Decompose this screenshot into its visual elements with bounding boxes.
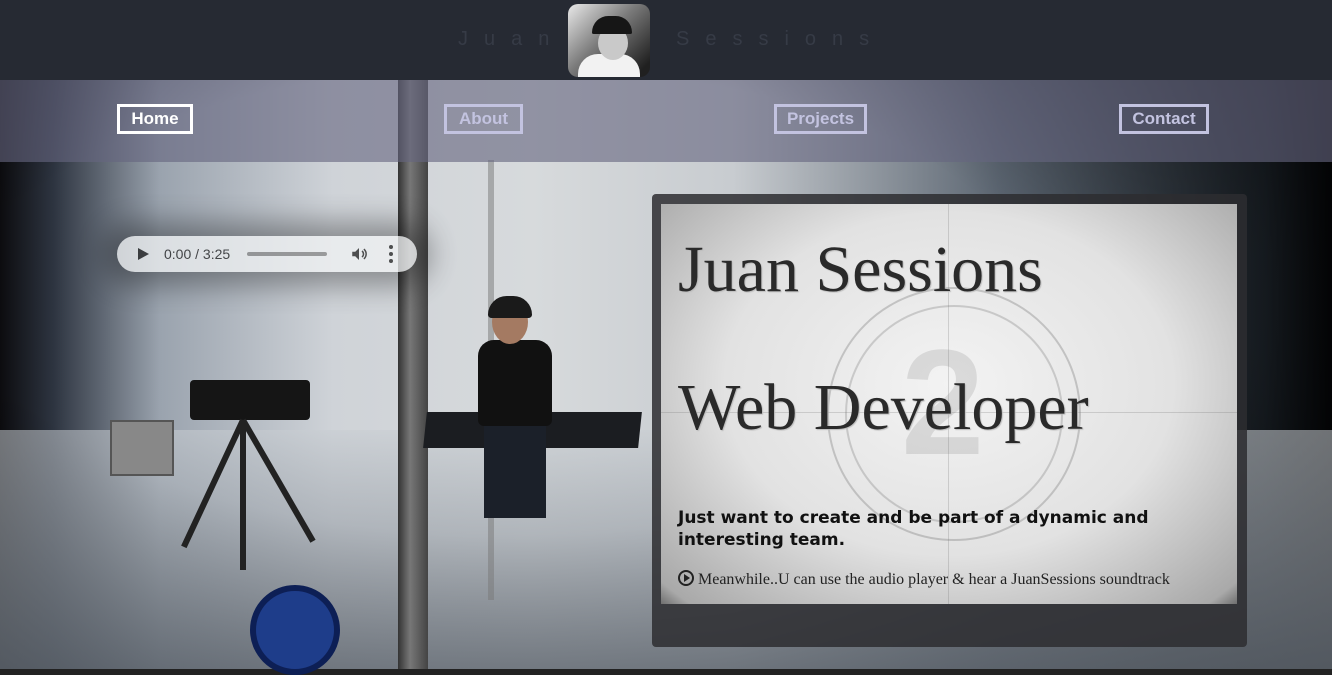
audio-progress-slider[interactable] [247,252,327,256]
site-header: Juan Sessions [0,0,1332,80]
more-options-icon[interactable] [389,245,393,263]
camera-tripod [180,360,350,570]
nav-contact-button[interactable]: Contact [1119,104,1209,134]
musician-figure [470,296,560,530]
main-nav: Home About Projects Contact [0,80,1332,162]
audio-note: Meanwhile..U can use the audio player & … [678,570,1170,589]
play-circle-icon [678,570,694,586]
hero-title: Juan Sessions [678,233,1043,306]
hero-subtitle: Web Developer [678,371,1089,444]
cable-reel [250,585,340,675]
light-stand [398,80,428,669]
hero-tagline: Just want to create and be part of a dyn… [678,508,1149,550]
logo-avatar[interactable] [568,4,650,77]
nav-about-button[interactable]: About [444,104,523,134]
play-icon[interactable] [138,248,149,260]
nav-projects-button[interactable]: Projects [774,104,867,134]
brand-text-right: Sessions [676,28,886,50]
equipment-case [110,420,174,476]
audio-note-text: Meanwhile..U can use the audio player & … [698,571,1170,588]
audio-time: 0:00 / 3:25 [164,246,231,262]
brand-text-left: Juan [458,28,566,50]
nav-home-button[interactable]: Home [117,104,193,134]
volume-icon[interactable] [350,245,368,263]
audio-player: 0:00 / 3:25 [117,236,417,272]
